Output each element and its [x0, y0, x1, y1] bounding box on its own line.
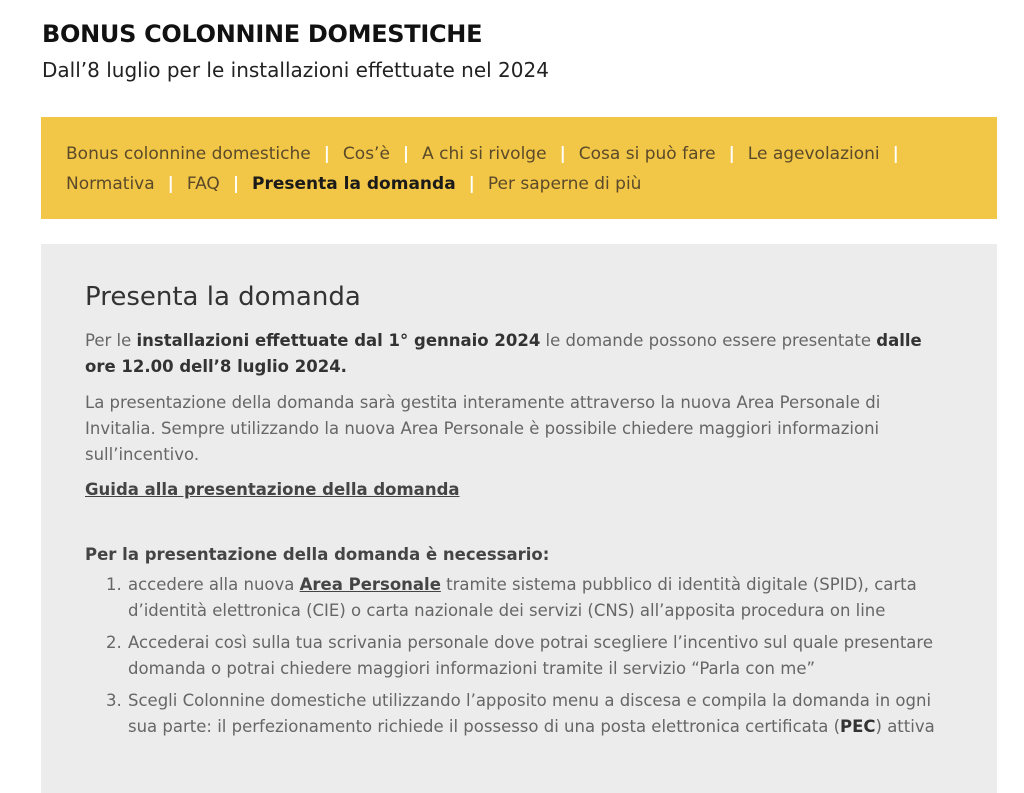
list-item: accedere alla nuova Area Personale trami…: [127, 572, 953, 624]
section-title: Presenta la domanda: [85, 282, 361, 312]
list-item: Scegli Colonnine domestiche utilizzando …: [127, 688, 953, 740]
area-personale-paragraph: La presentazione della domanda sarà gest…: [85, 393, 881, 464]
requirements-heading: Per la presentazione della domanda è nec…: [85, 545, 550, 564]
nav-item-bonus-colonnine[interactable]: Bonus colonnine domestiche: [66, 144, 311, 164]
nav-separator: |: [559, 144, 566, 164]
nav-separator: |: [468, 174, 475, 194]
content-panel: Presenta la domanda Per le installazioni…: [41, 244, 997, 793]
nav-separator: |: [402, 144, 410, 164]
nav-item-le-agevolazioni[interactable]: Le agevolazioni: [748, 144, 880, 164]
nav-item-cosa-si-puo-fare[interactable]: Cosa si può fare: [579, 144, 716, 164]
list-item: Accederai così sulla tua scrivania perso…: [127, 630, 953, 682]
nav-item-faq[interactable]: FAQ: [187, 174, 220, 194]
page-title: BONUS COLONNINE DOMESTICHE: [42, 20, 483, 48]
step-text: ) attiva: [875, 717, 935, 736]
step-text: Scegli Colonnine domestiche utilizzando …: [128, 691, 932, 736]
nav-separator: |: [232, 174, 240, 194]
area-personale-link[interactable]: Area Personale: [300, 575, 441, 594]
nav-item-per-saperne-di-piu[interactable]: Per saperne di più: [488, 174, 642, 194]
intro-paragraph: Per le installazioni effettuate dal 1° g…: [85, 328, 953, 380]
intro-date-emphasis: installazioni effettuate dal 1° gennaio …: [136, 331, 541, 350]
nav-separator: |: [892, 144, 899, 164]
nav-separator: |: [323, 144, 330, 164]
intro-text: Per le: [85, 331, 137, 350]
requirements-list: accedere alla nuova Area Personale trami…: [85, 572, 953, 740]
pec-emphasis: PEC: [840, 717, 876, 736]
nav-item-a-chi-si-rivolge[interactable]: A chi si rivolge: [422, 144, 546, 164]
section-nav: Bonus colonnine domestiche | Cos’è | A chi s…: [41, 117, 997, 219]
nav-item-cos-e[interactable]: Cos’è: [343, 144, 390, 164]
intro-text: le domande possono essere presentate: [540, 331, 877, 350]
guide-link[interactable]: Guida alla presentazione della domanda: [85, 480, 460, 499]
nav-item-normativa[interactable]: Normativa: [66, 174, 155, 194]
page-subtitle: Dall’8 luglio per le installazioni effet…: [42, 58, 549, 82]
nav-separator: |: [728, 144, 735, 164]
nav-separator: |: [167, 174, 174, 194]
nav-item-presenta-la-domanda[interactable]: Presenta la domanda: [252, 174, 456, 194]
step-text: accedere alla nuova: [128, 575, 300, 594]
